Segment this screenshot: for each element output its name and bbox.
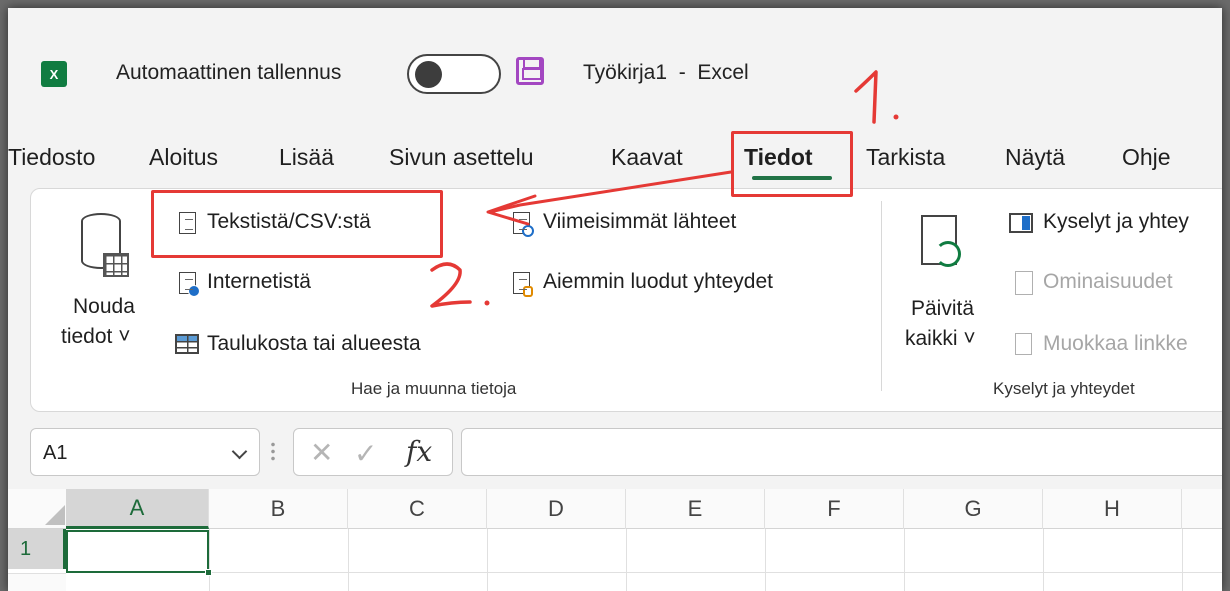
refresh-all-label-1: Päivitä [911,297,975,320]
column-header-a[interactable]: A [66,489,209,529]
chevron-down-icon[interactable] [231,443,248,460]
excel-window: X Automaattinen tallennus Työkirja1 - Ex… [8,8,1222,591]
edit-links-button[interactable]: Muokkaa linkke [1011,326,1222,362]
column-header-h[interactable]: H [1043,489,1182,529]
autosave-label: Automaattinen tallennus [116,61,342,84]
column-header-g[interactable]: G [904,489,1043,529]
column-header-c[interactable]: C [348,489,487,529]
column-headers: A B C D E F G H [8,489,1222,529]
from-table-label: Taulukosta tai alueesta [207,332,421,355]
refresh-icon [935,241,961,267]
grid-line [66,572,1222,573]
save-icon[interactable] [516,57,544,85]
active-cell-a1[interactable] [66,530,212,576]
web-page-icon [179,272,200,297]
column-header-e[interactable]: E [626,489,765,529]
refresh-all-label-2: kaikki ˅ [905,327,976,350]
existing-connections-label: Aiemmin luodut yhteydet [543,270,773,293]
from-web-button[interactable]: Internetistä [179,265,379,301]
toggle-knob [415,61,442,88]
queries-pane-icon [1009,213,1033,233]
tab-file[interactable]: Tiedosto [8,144,95,171]
select-all-icon[interactable] [45,505,65,525]
grid-line [626,529,627,591]
autosave-toggle[interactable] [407,54,501,94]
enter-icon[interactable]: ✓ [354,437,377,470]
table-icon [175,334,199,354]
grid-line [487,529,488,591]
clock-icon [522,225,534,237]
title-bar: X Automaattinen tallennus Työkirja1 - Ex… [8,8,1222,118]
grid-line [765,529,766,591]
row-header-2[interactable] [8,573,66,591]
group-label-queries: Kyselyt ja yhteydet [993,379,1135,398]
column-header-d[interactable]: D [487,489,626,529]
from-web-label: Internetistä [207,270,311,293]
tab-home[interactable]: Aloitus [149,144,218,171]
drag-handle-icon[interactable] [271,441,275,463]
name-box[interactable]: A1 [30,428,260,476]
get-data-label-1: Nouda [73,295,135,318]
connection-file-icon [513,272,533,297]
grid-line [1182,529,1183,591]
recent-sources-label: Viimeisimmät lähteet [543,210,737,233]
tab-page-layout[interactable]: Sivun asettelu [389,144,533,171]
recent-file-icon [513,212,534,237]
tab-help[interactable]: Ohje [1122,144,1171,171]
refresh-all-button[interactable]: Päivitä kaikki ˅ [897,209,997,379]
queries-connections-label: Kyselyt ja yhtey [1043,210,1189,233]
worksheet-grid: A B C D E F G H 1 [8,489,1222,591]
annotation-box-tiedot [731,131,853,197]
name-box-value: A1 [43,442,68,464]
table-grid-icon [103,253,129,277]
grid-line [1043,529,1044,591]
grid-line [209,529,210,591]
excel-logo-icon: X [41,61,67,87]
group-label-get-transform: Hae ja muunna tietoja [351,379,517,398]
grid-line [348,529,349,591]
row-header-1[interactable]: 1 [8,529,66,569]
column-header-b[interactable]: B [209,489,348,529]
edit-links-icon [1015,333,1032,355]
tab-insert[interactable]: Lisää [279,144,334,171]
globe-icon [188,285,200,297]
grid-line [904,529,905,591]
recent-sources-button[interactable]: Viimeisimmät lähteet [513,205,813,241]
edit-links-label: Muokkaa linkke [1043,332,1188,355]
tab-view[interactable]: Näytä [1005,144,1065,171]
queries-connections-button[interactable]: Kyselyt ja yhtey [1009,205,1222,241]
formula-input[interactable] [461,428,1222,476]
properties-button[interactable]: Ominaisuudet [1011,265,1222,301]
column-header-f[interactable]: F [765,489,904,529]
existing-connections-button[interactable]: Aiemmin luodut yhteydet [513,265,863,301]
get-data-label-2: tiedot ˅ [61,325,131,348]
properties-icon [1015,271,1033,295]
ribbon-tabs: Tiedosto Aloitus Lisää Sivun asettelu Ka… [8,138,1222,182]
tab-formulas[interactable]: Kaavat [611,144,683,171]
pages-icon [921,215,961,267]
from-table-button[interactable]: Taulukosta tai alueesta [175,326,495,362]
document-title: Työkirja1 - Excel [583,61,749,84]
group-divider [881,201,882,391]
database-small-icon [523,286,533,297]
properties-label: Ominaisuudet [1043,270,1173,293]
cancel-icon[interactable]: ✕ [310,439,333,467]
tab-review[interactable]: Tarkista [866,144,945,171]
fill-handle[interactable] [205,569,212,576]
annotation-box-csv [151,190,443,258]
formula-buttons: ✕ ✓ fx [293,428,453,476]
insert-function-icon[interactable]: fx [406,435,432,468]
get-data-button[interactable]: Nouda tiedot ˅ [51,209,159,379]
